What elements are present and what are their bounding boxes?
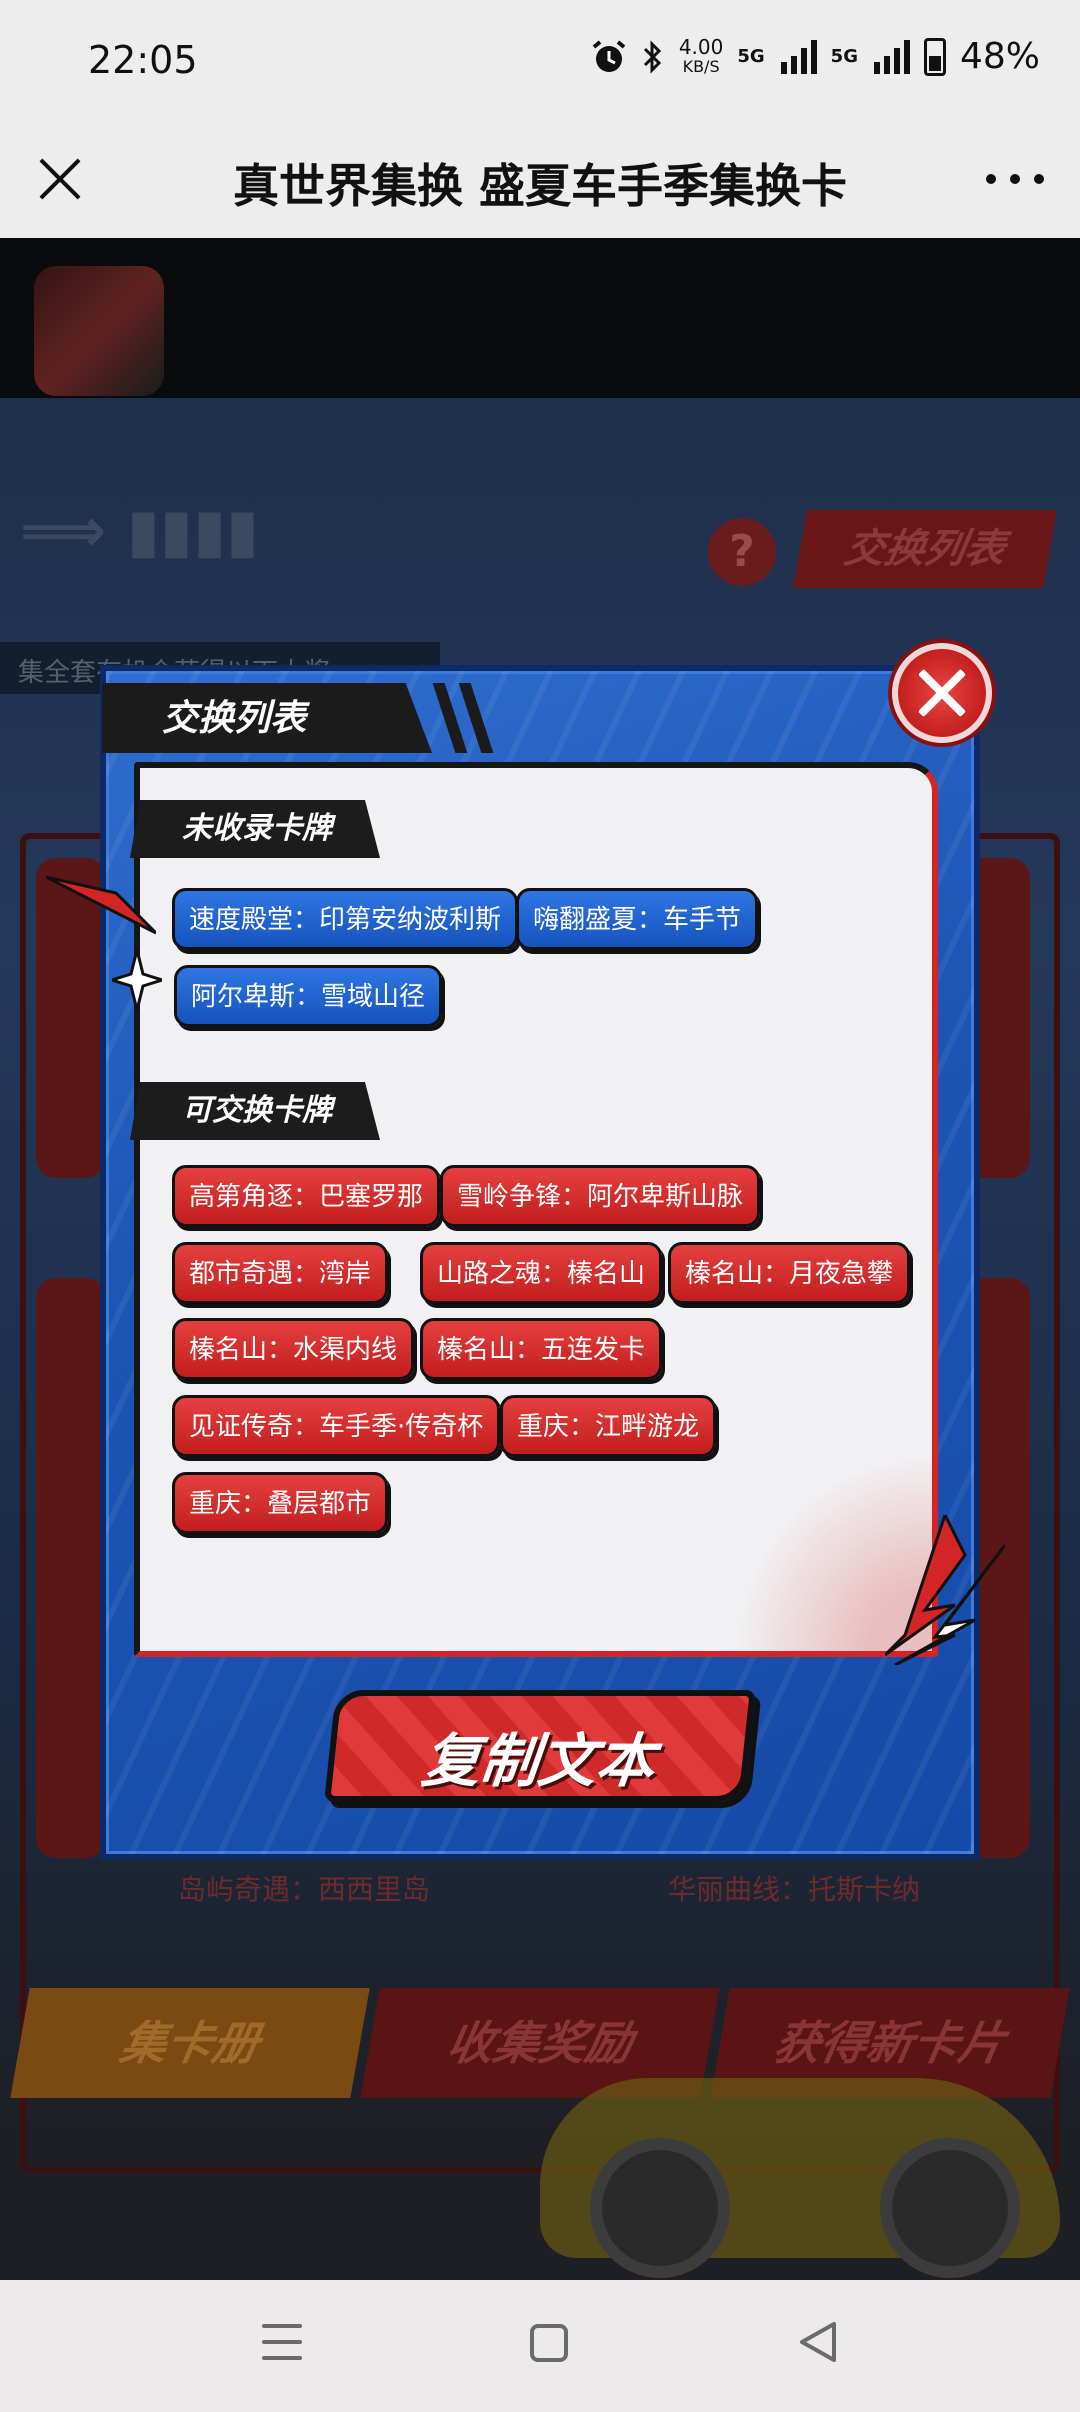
tradable-card-chip[interactable]: 都市奇遇：湾岸 [172,1242,389,1304]
network-speed-unit: KB/S [682,56,720,76]
tradable-card-chip[interactable]: 重庆：江畔游龙 [500,1395,717,1457]
lightning-decoration [885,1515,1005,1665]
more-icon[interactable] [980,156,1050,202]
tradable-card-chip[interactable]: 重庆：叠层都市 [172,1472,389,1534]
tradable-card-chip[interactable]: 榛名山：五连发卡 [420,1318,663,1380]
uncollected-card-chip[interactable]: 阿尔卑斯：雪域山径 [174,965,443,1027]
uncollected-card-chip[interactable]: 速度殿堂：印第安纳波利斯 [172,888,519,950]
status-time: 22:05 [88,38,198,82]
system-nav-bar [0,2280,1080,2412]
network-speed: 4.00 KB/S [679,37,724,77]
signal-icon-2 [873,39,910,74]
card-slot [36,1278,106,1858]
sparkle-icon [112,950,162,1010]
back-icon[interactable] [798,2320,838,2364]
uncollected-card-chip[interactable]: 嗨翻盛夏：车手节 [516,888,759,950]
tab-card-album[interactable]: 集卡册 [10,1988,370,2098]
battery-icon [923,37,946,76]
card-caption-right: 华丽曲线：托斯卡纳 [668,1873,921,1906]
network-speed-value: 4.00 [678,34,724,59]
menu-icon[interactable] [262,2324,302,2360]
section-tradable-label: 可交换卡牌 [130,1082,380,1140]
card-caption-left: 岛屿奇遇：西西里岛 [178,1873,431,1906]
status-bar: 22:05 4.00 KB/S 5G 5G 48% [0,0,1080,120]
signal-tag-2: 5G [830,46,858,67]
copy-text-button[interactable]: 复制文本 [324,1690,756,1802]
tradable-card-chip[interactable]: 榛名山：水渠内线 [172,1318,415,1380]
copy-text-label: 复制文本 [418,1727,658,1795]
car-wheel [590,2138,730,2278]
alarm-icon [592,39,626,72]
modal-title: 交换列表 [162,698,307,739]
game-logo: ⟹ ▮▮▮▮ [20,496,259,566]
red-wedge-decoration [46,875,156,935]
app-icon [34,266,164,396]
car-wheel [880,2138,1020,2278]
signal-tag-1: 5G [737,46,765,67]
modal-close-button[interactable] [892,643,992,743]
tradable-card-chip[interactable]: 榛名山：月夜急攀 [668,1242,911,1304]
swap-list-tab[interactable]: 交换列表 [793,510,1057,588]
home-icon[interactable] [530,2324,568,2362]
tradable-card-chip[interactable]: 雪岭争锋：阿尔卑斯山脉 [440,1165,761,1227]
signal-icon [780,39,817,74]
status-icons: 4.00 KB/S 5G 5G 48% [591,36,1040,77]
bluetooth-icon [643,39,661,74]
tradable-card-chip[interactable]: 高第角逐：巴塞罗那 [172,1165,441,1227]
tradable-card-chip[interactable]: 山路之魂：榛名山 [420,1242,663,1304]
section-uncollected-label: 未收录卡牌 [130,800,380,858]
help-icon[interactable]: ? [708,518,776,586]
title-bar: 真世界集换 盛夏车手季集换卡 [0,120,1080,238]
tradable-card-chip[interactable]: 见证传奇：车手季·传奇杯 [172,1395,501,1457]
header-decoration [426,683,506,753]
page-title: 真世界集换 盛夏车手季集换卡 [232,159,847,213]
battery-percent: 48% [959,36,1040,77]
